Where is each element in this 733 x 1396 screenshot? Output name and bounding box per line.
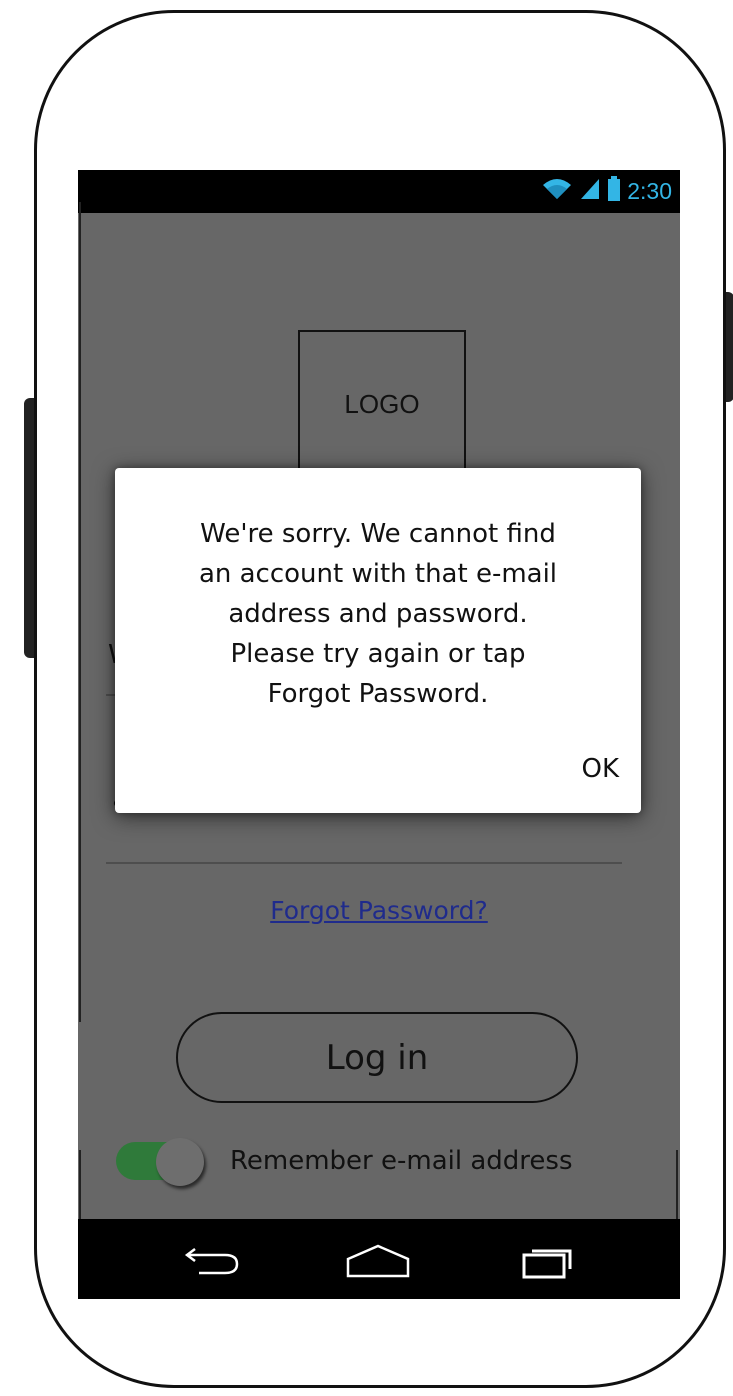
wifi-icon xyxy=(541,177,573,206)
toggle-knob xyxy=(156,1138,204,1186)
battery-icon xyxy=(607,176,621,207)
screen-edge-line xyxy=(676,1150,678,1220)
cell-signal-icon xyxy=(579,177,601,206)
status-time: 2:30 xyxy=(627,178,672,204)
nav-bar xyxy=(78,1219,680,1299)
dialog-message: We're sorry. We cannot find an account w… xyxy=(115,514,641,714)
dialog-message-line: Forgot Password. xyxy=(267,679,489,709)
remember-toggle[interactable] xyxy=(116,1138,208,1186)
status-bar: 2:30 xyxy=(78,170,680,213)
dialog-message-line: an account with that e-mail xyxy=(198,559,558,589)
password-field[interactable] xyxy=(106,862,622,864)
dialog-message-line: Please try again or tap xyxy=(230,639,526,669)
error-dialog: We're sorry. We cannot find an account w… xyxy=(115,468,641,813)
remember-label: Remember e-mail address xyxy=(230,1146,573,1176)
dialog-message-line: We're sorry. We cannot find xyxy=(200,519,556,549)
ok-button[interactable]: OK xyxy=(581,754,619,784)
logo: LOGO xyxy=(298,330,466,478)
dialog-message-line: address and password. xyxy=(228,599,528,629)
status-icons: 2:30 xyxy=(541,170,672,213)
home-icon[interactable] xyxy=(338,1239,418,1283)
forgot-password-link[interactable]: Forgot Password? xyxy=(78,896,680,925)
recent-apps-icon[interactable] xyxy=(506,1239,586,1283)
login-button[interactable]: Log in xyxy=(176,1012,578,1103)
back-icon[interactable] xyxy=(173,1239,253,1283)
screen-edge-line xyxy=(79,1150,81,1220)
